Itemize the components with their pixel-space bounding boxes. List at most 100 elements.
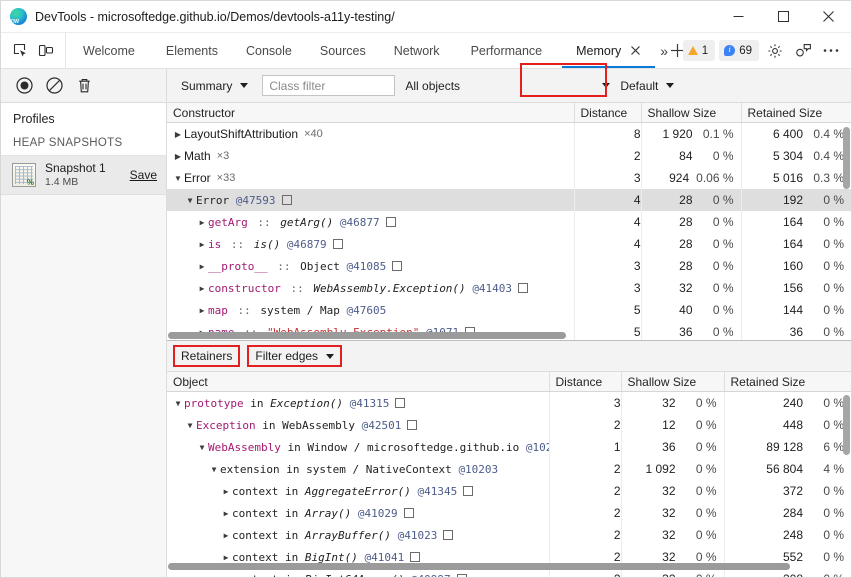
feedback-icon[interactable]	[791, 39, 815, 63]
collapse-triangle-icon[interactable]: ▼	[196, 443, 208, 452]
view-select[interactable]: Summary	[177, 75, 258, 97]
expand-triangle-icon[interactable]: ▶	[172, 130, 184, 139]
table-row[interactable]: ▼ Exception in WebAssembly @42501 2 12 0 % 44…	[167, 414, 851, 436]
expand-triangle-icon[interactable]: ▶	[196, 240, 208, 249]
expand-triangle-icon[interactable]: ▶	[196, 306, 208, 315]
shallow-size-percent: 0 %	[695, 440, 717, 454]
table-row[interactable]: ▶ context in Array() @41029 2 32 0 % 284 0 %	[167, 502, 851, 524]
expand-triangle-icon[interactable]: ▶	[220, 575, 232, 578]
open-in-new-window-icon[interactable]	[332, 239, 343, 249]
row-name-segment: is()	[253, 237, 281, 251]
class-filter-input[interactable]: Class filter	[262, 75, 396, 96]
collapse-triangle-icon[interactable]: ▼	[184, 196, 196, 205]
trash-icon[interactable]	[75, 76, 94, 95]
constructors-rows[interactable]: ▶ LayoutShiftAttribution ×40 8 1 920 0.1 % 6 4…	[167, 123, 851, 340]
sidebar-item-snapshot-1[interactable]: % Snapshot 1 1.4 MB Save	[1, 156, 166, 196]
expand-triangle-icon[interactable]: ▶	[196, 262, 208, 271]
shallow-size-percent: 0 %	[695, 418, 717, 432]
gear-icon[interactable]	[763, 39, 787, 63]
table-row[interactable]: ▼ extension in system / NativeContext @10…	[167, 458, 851, 480]
row-name-segment: in	[255, 418, 283, 432]
table-row[interactable]: ▶ getArg :: getArg() @46877 4 28 0 % 164 0 %	[167, 211, 851, 233]
open-in-new-window-icon[interactable]	[395, 398, 406, 408]
expand-triangle-icon[interactable]: ▶	[220, 553, 232, 562]
row-shallow-size-cell: 32 0 %	[621, 524, 725, 546]
row-distance-cell: 2	[549, 480, 622, 502]
constructors-vertical-scrollbar[interactable]	[843, 127, 850, 189]
row-name-segment: Error	[184, 171, 211, 185]
table-row[interactable]: ▶ context in ArrayBuffer() @41023 2 32 0 % 24…	[167, 524, 851, 546]
tab-performance[interactable]: Performance	[454, 33, 560, 68]
open-in-new-window-icon[interactable]	[392, 261, 403, 271]
open-in-new-window-icon[interactable]	[407, 420, 418, 430]
table-row[interactable]: ▶ Math ×3 2 84 0 % 5 304 0.4 %	[167, 145, 851, 167]
row-name-segment: @41085	[346, 259, 387, 273]
table-row[interactable]: ▼ prototype in Exception() @41315 3 32 0 % 24…	[167, 392, 851, 414]
tab-sources[interactable]: Sources	[306, 33, 380, 68]
open-in-new-window-icon[interactable]	[456, 574, 467, 577]
column-header-distance[interactable]: Distance	[574, 103, 642, 123]
close-icon[interactable]	[806, 1, 851, 32]
open-in-new-window-icon[interactable]	[463, 486, 474, 496]
open-in-new-window-icon[interactable]	[410, 552, 421, 562]
collapse-triangle-icon[interactable]: ▼	[172, 174, 184, 183]
expand-triangle-icon[interactable]: ▶	[196, 218, 208, 227]
device-toolbar-icon[interactable]	[37, 42, 55, 60]
tab-network[interactable]: Network	[380, 33, 454, 68]
retainers-rows[interactable]: ▼ prototype in Exception() @41315 3 32 0 % 24…	[167, 392, 851, 577]
tab-elements[interactable]: Elements	[152, 33, 232, 68]
retainers-title[interactable]: Retainers	[173, 345, 241, 367]
open-in-new-window-icon[interactable]	[403, 508, 414, 518]
expand-triangle-icon[interactable]: ▶	[172, 152, 184, 161]
table-row[interactable]: ▶ constructor :: WebAssembly.Exception() …	[167, 277, 851, 299]
open-in-new-window-icon[interactable]	[518, 283, 529, 293]
column-header-retained-size[interactable]: Retained Size	[741, 103, 851, 123]
column-header-constructor[interactable]: Constructor	[167, 103, 575, 123]
maximize-icon[interactable]	[761, 1, 806, 32]
retainers-vertical-scrollbar[interactable]	[843, 395, 850, 455]
inspect-element-icon[interactable]	[12, 42, 30, 60]
column-header-distance[interactable]: Distance	[549, 372, 622, 392]
expand-triangle-icon[interactable]: ▶	[220, 531, 232, 540]
save-snapshot-link[interactable]: Save	[126, 168, 157, 182]
more-tabs-icon[interactable]: »	[658, 33, 670, 68]
collapse-triangle-icon[interactable]: ▼	[172, 399, 184, 408]
column-header-shallow-size[interactable]: Shallow Size	[621, 372, 725, 392]
column-header-retained-size[interactable]: Retained Size	[724, 372, 851, 392]
open-in-new-window-icon[interactable]	[281, 195, 292, 205]
close-icon[interactable]	[630, 45, 641, 56]
pane-splitter[interactable]	[167, 337, 851, 341]
column-header-object[interactable]: Object	[167, 372, 550, 392]
open-in-new-window-icon[interactable]	[385, 217, 396, 227]
open-in-new-window-icon[interactable]	[443, 530, 454, 540]
clear-icon[interactable]	[45, 76, 64, 95]
filter-edges-select[interactable]: Filter edges	[247, 345, 343, 367]
collapse-triangle-icon[interactable]: ▼	[184, 421, 196, 430]
warnings-badge[interactable]: 1	[682, 40, 716, 61]
tab-console[interactable]: Console	[232, 33, 306, 68]
minimize-icon[interactable]	[716, 1, 761, 32]
table-row[interactable]: ▼ WebAssembly in Window / microsoftedge.g…	[167, 436, 851, 458]
shallow-size-percent: 0 %	[695, 528, 717, 542]
table-row[interactable]: ▶ map :: system / Map @47605 5 40 0 % 144 0 %	[167, 299, 851, 321]
tab-memory[interactable]: Memory	[559, 33, 659, 68]
table-row[interactable]: ▼ Error ×33 3 924 0.06 % 5 016 0.3 %	[167, 167, 851, 189]
objects-select[interactable]: All objects	[401, 75, 616, 97]
retainers-horizontal-scrollbar[interactable]	[168, 563, 790, 570]
table-row[interactable]: ▶ is :: is() @46879 4 28 0 % 164 0 %	[167, 233, 851, 255]
issues-badge[interactable]: 69	[719, 40, 759, 61]
table-row[interactable]: ▶ context in AggregateError() @41345 2 32 0 …	[167, 480, 851, 502]
table-row[interactable]: ▶ LayoutShiftAttribution ×40 8 1 920 0.1 % 6 4…	[167, 123, 851, 145]
collapse-triangle-icon[interactable]: ▼	[208, 465, 220, 474]
row-name-segment: WebAssembly.Exception()	[313, 281, 466, 295]
expand-triangle-icon[interactable]: ▶	[220, 509, 232, 518]
base-select[interactable]: Default	[616, 75, 684, 97]
table-row[interactable]: ▼ Error @47593 4 28 0 % 192 0 %	[167, 189, 851, 211]
expand-triangle-icon[interactable]: ▶	[220, 487, 232, 496]
column-header-shallow-size[interactable]: Shallow Size	[641, 103, 742, 123]
more-options-icon[interactable]	[819, 39, 843, 63]
expand-triangle-icon[interactable]: ▶	[196, 284, 208, 293]
record-heap-snapshot-icon[interactable]	[15, 76, 34, 95]
tab-welcome[interactable]: Welcome	[66, 33, 152, 68]
table-row[interactable]: ▶ __proto__ :: Object @41085 3 28 0 % 160 0 %	[167, 255, 851, 277]
